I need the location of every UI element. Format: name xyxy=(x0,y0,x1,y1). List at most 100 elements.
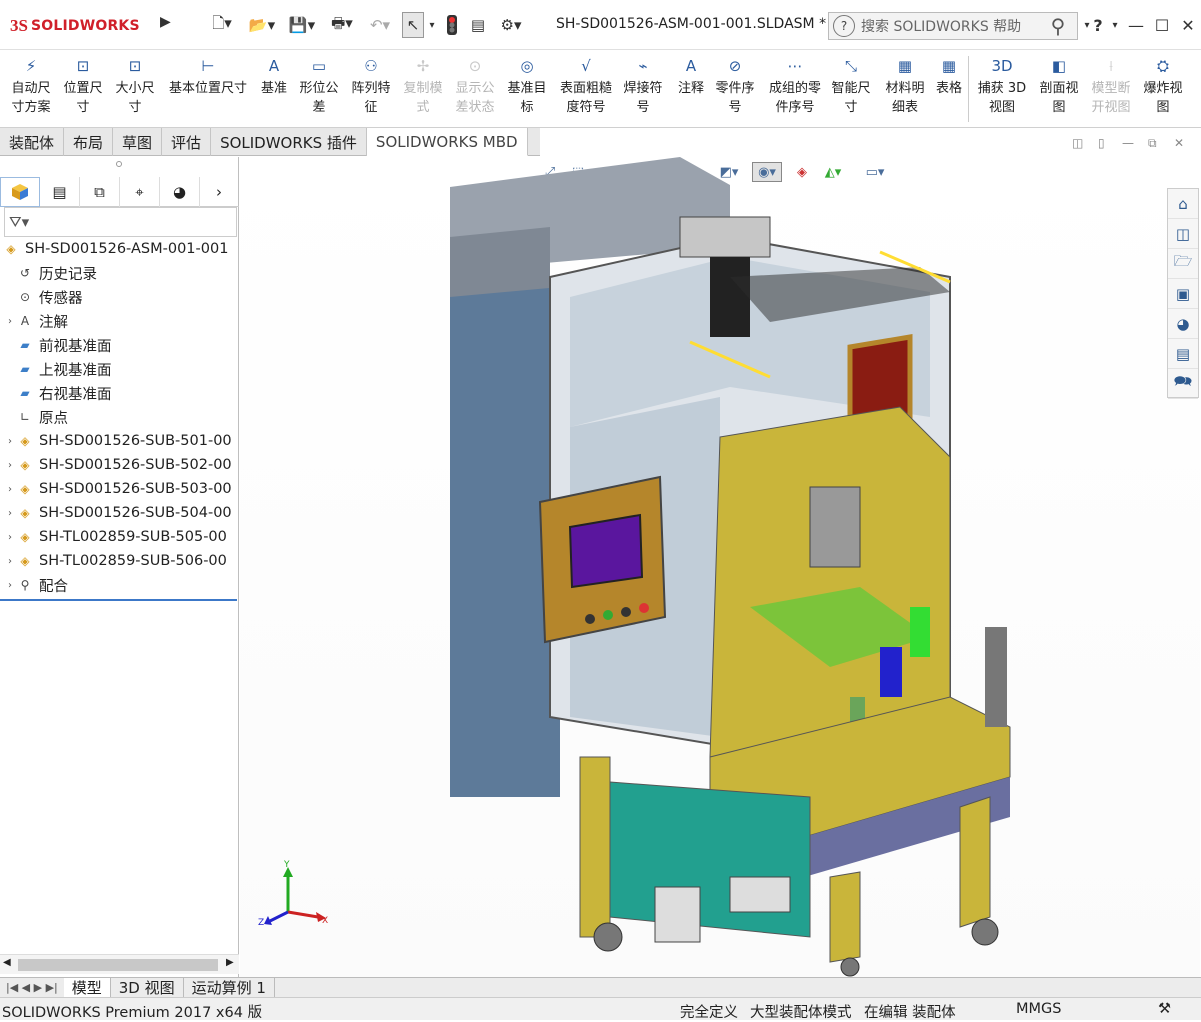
scroll-left-icon[interactable]: ◀ xyxy=(3,957,11,968)
expand-chevron-icon[interactable]: › xyxy=(4,484,16,495)
tab-2[interactable]: 草图 xyxy=(113,128,163,156)
custom-properties-icon[interactable]: ▤ xyxy=(1168,339,1198,369)
configuration-tab-icon[interactable]: ⧉ xyxy=(80,177,120,207)
help-dropdown-icon[interactable]: ▾ xyxy=(1108,12,1122,38)
ribbon-button-capture-3d-view[interactable]: 3D 捕获 3D 视图 xyxy=(976,54,1028,124)
ribbon-button-show-tolerance-status[interactable]: ⊙ 显示公 差状态 xyxy=(452,54,498,124)
rebuild-icon[interactable] xyxy=(444,12,460,38)
ribbon-button-model-break-view[interactable]: ⟊ 模型断 开视图 xyxy=(1088,54,1134,124)
ribbon-button-weld-symbol[interactable]: ⌁ 焊接符号 xyxy=(620,54,666,124)
tab-3[interactable]: 评估 xyxy=(162,128,212,156)
tab-0[interactable]: 装配体 xyxy=(0,128,65,156)
print-icon[interactable]: 🖶▾ xyxy=(325,12,359,38)
help-search[interactable]: ? 搜索 SOLIDWORKS 帮助 ⚲ xyxy=(828,12,1078,40)
ribbon-button-auto-dimension[interactable]: ⚡ 自动尺 寸方案 xyxy=(8,54,54,124)
tree-filter[interactable]: ⛛▾ xyxy=(4,207,237,237)
expand-chevron-icon[interactable]: › xyxy=(4,508,16,519)
view-tile-icon[interactable]: ◫ xyxy=(1072,136,1083,150)
expand-chevron-icon[interactable]: › xyxy=(4,580,16,591)
scroll-thumb[interactable] xyxy=(18,959,218,971)
tab-4[interactable]: SOLIDWORKS 插件 xyxy=(211,128,367,156)
ribbon-button-surface-finish[interactable]: √ 表面粗糙 度符号 xyxy=(556,54,616,124)
tree-item[interactable]: › ◈ SH-SD001526-SUB-501-00 xyxy=(0,429,239,453)
dimxpert-tab-icon[interactable]: ⌖ xyxy=(120,177,160,207)
status-tools-icon[interactable]: ⚒ xyxy=(1158,1001,1171,1017)
minimize-icon[interactable]: — xyxy=(1124,12,1148,38)
expand-chevron-icon[interactable]: › xyxy=(4,532,16,543)
ribbon-button-basic-location-dimension[interactable]: ⊢ 基本位置尺寸 xyxy=(164,54,252,124)
tree-item[interactable]: › ◈ SH-TL002859-SUB-505-00 xyxy=(0,525,239,549)
close-icon[interactable]: ✕ xyxy=(1176,12,1200,38)
ribbon-button-balloon[interactable]: ⊘ 零件序号 xyxy=(712,54,758,124)
design-library-icon[interactable]: ◫ xyxy=(1168,219,1198,249)
select-icon[interactable]: ↖ xyxy=(402,12,424,38)
ribbon-button-location-dimension[interactable]: ⊡ 位置尺寸 xyxy=(60,54,106,124)
expand-chevron-icon[interactable]: › xyxy=(4,316,16,327)
assembly-model[interactable] xyxy=(430,157,1190,977)
view-restore-icon[interactable]: ⧉ xyxy=(1148,136,1157,151)
file-properties-icon[interactable]: ▤ xyxy=(468,12,488,38)
tree-item[interactable]: › ◈ SH-TL002859-SUB-506-00 xyxy=(0,549,239,573)
menu-expand-icon[interactable]: ▶ xyxy=(160,14,172,34)
tree-item[interactable]: ▰ 右视基准面 xyxy=(0,381,239,405)
view-close-icon[interactable]: ✕ xyxy=(1174,136,1184,150)
save-icon[interactable]: 💾▾ xyxy=(285,12,319,38)
tree-item[interactable]: ↺ 历史记录 xyxy=(0,261,239,285)
featuremanager-tab-icon[interactable] xyxy=(0,177,40,207)
tree-item[interactable]: › ◈ SH-SD001526-SUB-503-00 xyxy=(0,477,239,501)
view-palette-icon[interactable]: ▣ xyxy=(1168,279,1198,309)
display-manager-tab-icon[interactable]: ◕ xyxy=(160,177,200,207)
tree-item[interactable]: ∟ 原点 xyxy=(0,405,239,429)
expand-chevron-icon[interactable]: › xyxy=(4,556,16,567)
new-document-icon[interactable]: 🗋▾ xyxy=(205,12,239,38)
open-document-icon[interactable]: 📂▾ xyxy=(245,12,279,38)
tree-hscroll[interactable]: ◀ ▶ xyxy=(0,954,239,974)
options-gear-icon[interactable]: ⚙▾ xyxy=(494,12,528,38)
ribbon-button-datum-target[interactable]: ◎ 基准目标 xyxy=(504,54,550,124)
solidworks-logo[interactable]: 3S SOLIDWORKS xyxy=(10,8,155,44)
help-button[interactable]: ? xyxy=(1088,12,1108,38)
graphics-area[interactable]: ⤢ ⬚ ↶ ◧ A ⬡ ◩▾ ◉▾ ◈ ◭▾ ▭▾ ◫ ▯ — ⧉ ✕ xyxy=(240,136,1200,977)
status-units[interactable]: MMGS xyxy=(1016,1001,1061,1017)
ribbon-button-section-view[interactable]: ◧ 剖面视图 xyxy=(1036,54,1082,124)
forum-icon[interactable]: 🗪 xyxy=(1168,369,1198,399)
ribbon-button-size-dimension[interactable]: ⊡ 大小尺寸 xyxy=(112,54,158,124)
panel-more-icon[interactable]: › xyxy=(200,177,238,207)
tree-item[interactable]: ▰ 前视基准面 xyxy=(0,333,239,357)
select-dropdown-icon[interactable]: ▾ xyxy=(426,12,438,38)
view-split-icon[interactable]: ▯ xyxy=(1098,136,1105,150)
search-icon[interactable]: ⚲ xyxy=(1039,13,1077,39)
tree-item[interactable]: › ◈ SH-SD001526-SUB-502-00 xyxy=(0,453,239,477)
expand-chevron-icon[interactable]: › xyxy=(4,436,16,447)
ribbon-button-table[interactable]: ▦ 表格 xyxy=(934,54,964,124)
ribbon-button-smart-dimension[interactable]: ⤡ 智能尺寸 xyxy=(828,54,874,124)
tree-item[interactable]: › ⚲ 配合 xyxy=(0,573,239,597)
ribbon-button-stacked-balloon[interactable]: ⋯ 成组的零 件序号 xyxy=(764,54,826,124)
tab-motion-study[interactable]: 运动算例 1 xyxy=(184,977,275,998)
tab-nav-arrows-icon[interactable]: |◀ ◀ ▶ ▶| xyxy=(0,981,64,994)
ribbon-button-geometric-tolerance[interactable]: ▭ 形位公差 xyxy=(296,54,342,124)
view-minimize-icon[interactable]: — xyxy=(1122,136,1134,150)
tree-item[interactable]: ⊙ 传感器 xyxy=(0,285,239,309)
scroll-right-icon[interactable]: ▶ xyxy=(226,957,234,968)
ribbon-button-note[interactable]: A 注释 xyxy=(674,54,708,124)
ribbon-button-exploded-view[interactable]: ⛭ 爆炸视图 xyxy=(1140,54,1186,124)
tree-root[interactable]: ◈ SH-SD001526-ASM-001-001 xyxy=(0,237,239,261)
panel-splitter-handle[interactable] xyxy=(116,161,122,167)
expand-chevron-icon[interactable]: › xyxy=(4,460,16,471)
tab-1[interactable]: 布局 xyxy=(64,128,114,156)
home-icon[interactable]: ⌂ xyxy=(1168,189,1198,219)
tree-item[interactable]: › A 注解 xyxy=(0,309,239,333)
appearances-icon[interactable]: ◕ xyxy=(1168,309,1198,339)
file-explorer-icon[interactable]: 🗁 xyxy=(1168,249,1198,279)
propertymanager-tab-icon[interactable]: ▤ xyxy=(40,177,80,207)
ribbon-button-copy-scheme[interactable]: ✢ 复制模式 xyxy=(400,54,446,124)
ribbon-button-bom[interactable]: ▦ 材料明 细表 xyxy=(882,54,928,124)
ribbon-button-pattern-feature[interactable]: ⚇ 阵列特征 xyxy=(348,54,394,124)
undo-icon[interactable]: ↶▾ xyxy=(365,12,395,38)
tree-item[interactable]: ▰ 上视基准面 xyxy=(0,357,239,381)
ribbon-button-datum[interactable]: A 基准 xyxy=(258,54,290,124)
tab-3d-views[interactable]: 3D 视图 xyxy=(111,977,184,998)
tab-5[interactable]: SOLIDWORKS MBD xyxy=(366,128,528,156)
maximize-icon[interactable]: ☐ xyxy=(1150,12,1174,38)
